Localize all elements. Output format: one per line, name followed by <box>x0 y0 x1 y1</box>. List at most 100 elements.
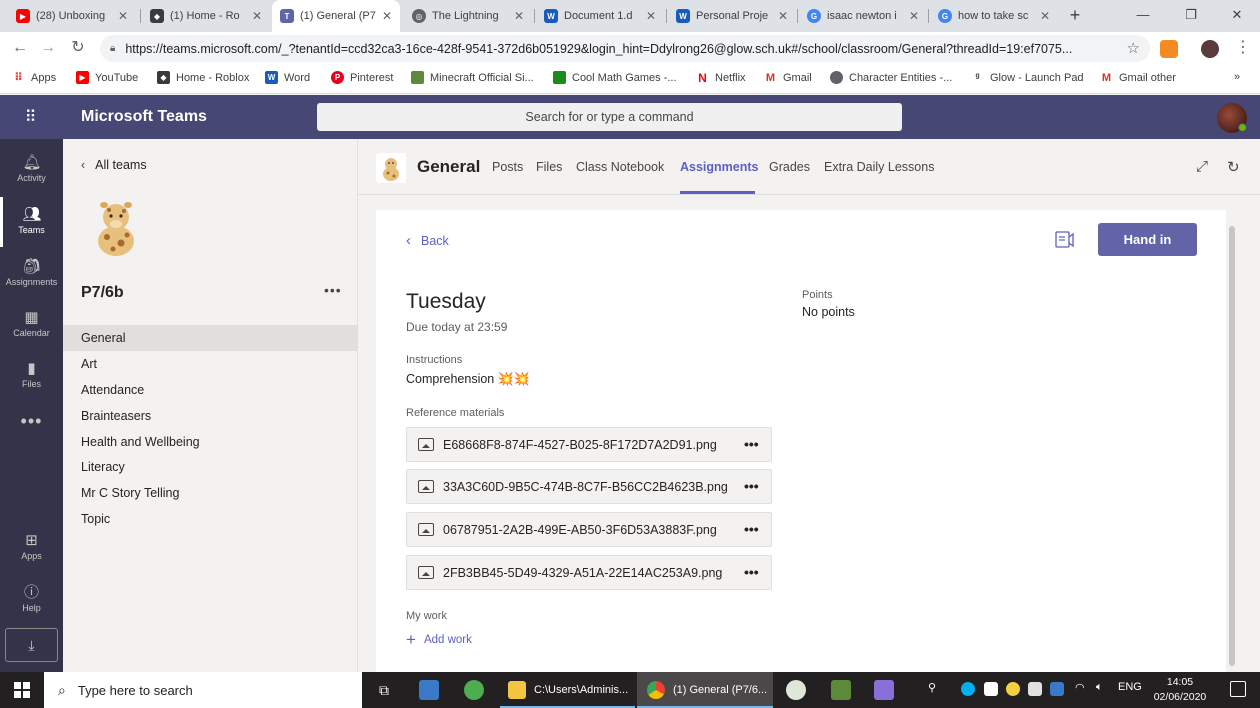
bookmark-roblox[interactable]: ◆ Home - Roblox <box>157 71 249 84</box>
appbar-teams[interactable]: 👥︎ Teams <box>0 197 63 247</box>
channel-mr-c-story-telling[interactable]: Mr C Story Telling <box>63 480 358 506</box>
file-options-button[interactable]: ••• <box>744 478 759 494</box>
notification-center-icon[interactable] <box>1230 681 1246 697</box>
team-options-button[interactable]: ••• <box>324 282 342 298</box>
appbar-apps[interactable]: ⊞ Apps <box>0 523 63 573</box>
wifi-icon[interactable]: ◠ <box>1075 681 1085 694</box>
bookmark-pinterest[interactable]: P Pinterest <box>331 71 393 84</box>
reload-icon[interactable]: ↻ <box>68 38 88 58</box>
bookmark-star-icon[interactable]: ☆ <box>1127 39 1140 57</box>
immersive-reader-icon[interactable] <box>1055 231 1075 249</box>
browser-tab[interactable]: W Personal Proje ✕ <box>668 0 796 32</box>
battery-icon[interactable] <box>1028 682 1042 696</box>
browser-tab[interactable]: G isaac newton i ✕ <box>799 0 927 32</box>
reference-file[interactable]: 33A3C60D-9B5C-474B-8C7F-B56CC2B4623B.png… <box>406 469 772 504</box>
reference-file[interactable]: 06787951-2A2B-499E-AB50-3F6D53A3883F.png… <box>406 512 772 547</box>
taskbar-chrome[interactable]: (1) General (P7/6... <box>637 672 773 708</box>
content-scrollbar[interactable] <box>1229 226 1235 666</box>
channel-health-and-wellbeing[interactable]: Health and Wellbeing <box>63 429 358 455</box>
extension-icon[interactable] <box>1160 40 1178 58</box>
bookmarks-overflow-button[interactable]: » <box>1234 71 1240 83</box>
expand-icon[interactable]: ⤢ <box>1196 158 1208 175</box>
command-search-input[interactable]: Search for or type a command <box>317 103 902 131</box>
hand-in-button[interactable]: Hand in <box>1098 223 1197 256</box>
app-purple-icon[interactable] <box>874 680 894 700</box>
minecraft-icon[interactable] <box>831 680 851 700</box>
close-icon[interactable]: ✕ <box>1040 9 1050 23</box>
bookmark-gmail-other[interactable]: M Gmail other <box>1100 71 1176 84</box>
refresh-icon[interactable]: ↻ <box>1227 158 1240 176</box>
app-leaf-icon[interactable] <box>786 680 806 700</box>
close-icon[interactable]: ✕ <box>514 9 524 23</box>
bookmark-netflix[interactable]: N Netflix <box>696 71 745 85</box>
file-options-button[interactable]: ••• <box>744 436 759 452</box>
back-link[interactable]: ‹ Back <box>406 232 449 249</box>
shield-icon[interactable] <box>984 682 998 696</box>
address-bar[interactable]: 🔒︎ https://teams.microsoft.com/_?tenantI… <box>100 35 1150 62</box>
restore-button[interactable]: ❐ <box>1168 0 1214 32</box>
new-tab-button[interactable]: + <box>1064 4 1086 26</box>
app-launcher-icon[interactable]: ⠿ <box>20 107 42 127</box>
bookmark-character-entities[interactable]: Character Entities -... <box>830 71 952 84</box>
browser-tab[interactable]: G how to take sc ✕ <box>930 0 1058 32</box>
channel-art[interactable]: Art <box>63 351 358 377</box>
reference-file[interactable]: 2FB3BB45-5D49-4329-A51A-22E14AC253A9.png… <box>406 555 772 590</box>
all-teams-link[interactable]: ‹ All teams <box>81 158 147 172</box>
download-app-icon[interactable]: ⤓ <box>5 628 58 662</box>
browser-menu-icon[interactable]: ⋮ <box>1233 38 1253 58</box>
browser-tab[interactable]: ◆ (1) Home - Ro ✕ <box>142 0 270 32</box>
close-icon[interactable]: ✕ <box>252 9 262 23</box>
appbar-calendar[interactable]: ▦ Calendar <box>0 300 63 350</box>
taskbar-clock[interactable]: 14:05 02/06/2020 <box>1150 675 1210 705</box>
bookmark-gmail[interactable]: M Gmail <box>764 71 812 84</box>
tab-files[interactable]: Files <box>536 160 562 174</box>
appbar-assignments[interactable]: 🎒︎ Assignments <box>0 249 63 299</box>
channel-brainteasers[interactable]: Brainteasers <box>63 403 358 429</box>
appbar-help[interactable]: ⓘ Help <box>0 575 63 625</box>
close-window-button[interactable]: ✕ <box>1214 0 1260 32</box>
browser-tab-active[interactable]: T (1) General (P7 ✕ <box>272 0 400 32</box>
channel-literacy[interactable]: Literacy <box>63 454 358 480</box>
channel-topic[interactable]: Topic <box>63 506 358 532</box>
reference-file[interactable]: E68668F8-874F-4527-B025-8F172D7A2D91.png… <box>406 427 772 462</box>
tab-class-notebook[interactable]: Class Notebook <box>576 160 664 174</box>
bookmark-glow[interactable]: ᵍ Glow - Launch Pad <box>971 71 1084 84</box>
people-icon[interactable]: ⚲ <box>928 681 936 694</box>
taskbar-search-input[interactable]: ⌕ Type here to search <box>44 672 362 708</box>
app-yellow-icon[interactable] <box>1006 682 1020 696</box>
more-apps-button[interactable]: ••• <box>0 411 63 432</box>
channel-general[interactable]: General <box>63 325 358 351</box>
lock-icon[interactable]: 🔒︎ <box>110 43 115 54</box>
back-arrow-icon[interactable]: ← <box>10 38 30 58</box>
close-icon[interactable]: ✕ <box>382 9 392 23</box>
language-indicator[interactable]: ENG <box>1118 681 1142 693</box>
add-work-button[interactable]: + Add work <box>406 628 472 649</box>
close-icon[interactable]: ✕ <box>778 9 788 23</box>
tab-extra-daily-lessons[interactable]: Extra Daily Lessons <box>824 160 934 174</box>
appbar-activity[interactable]: 🔔︎ Activity <box>0 145 63 195</box>
windows-start-icon[interactable] <box>14 682 30 698</box>
bookmark-coolmath[interactable]: Cool Math Games -... <box>553 71 677 84</box>
task-view-icon[interactable]: ⧉ <box>374 680 394 700</box>
close-icon[interactable]: ✕ <box>909 9 919 23</box>
bookmark-minecraft[interactable]: Minecraft Official Si... <box>411 71 534 84</box>
app-green-icon[interactable] <box>464 680 484 700</box>
minimize-button[interactable]: — <box>1120 0 1166 32</box>
tab-grades[interactable]: Grades <box>769 160 810 174</box>
close-icon[interactable]: ✕ <box>646 9 656 23</box>
channel-attendance[interactable]: Attendance <box>63 377 358 403</box>
profile-avatar[interactable] <box>1201 40 1219 58</box>
forward-arrow-icon[interactable]: → <box>38 38 58 58</box>
bookmark-apps[interactable]: ⠿ Apps <box>12 71 56 85</box>
appbar-files[interactable]: ▮ Files <box>0 351 63 401</box>
bookmark-word[interactable]: W Word <box>265 71 310 84</box>
close-icon[interactable]: ✕ <box>118 9 128 23</box>
browser-tab[interactable]: ◎ The Lightning ✕ <box>404 0 532 32</box>
file-options-button[interactable]: ••• <box>744 564 759 580</box>
tab-assignments[interactable]: Assignments <box>680 160 759 174</box>
volume-icon[interactable]: 🔈︎ <box>1096 681 1103 694</box>
tab-posts[interactable]: Posts <box>492 160 523 174</box>
taskbar-explorer[interactable]: C:\Users\Adminis... <box>500 672 635 708</box>
file-options-button[interactable]: ••• <box>744 521 759 537</box>
store-icon[interactable] <box>419 680 439 700</box>
